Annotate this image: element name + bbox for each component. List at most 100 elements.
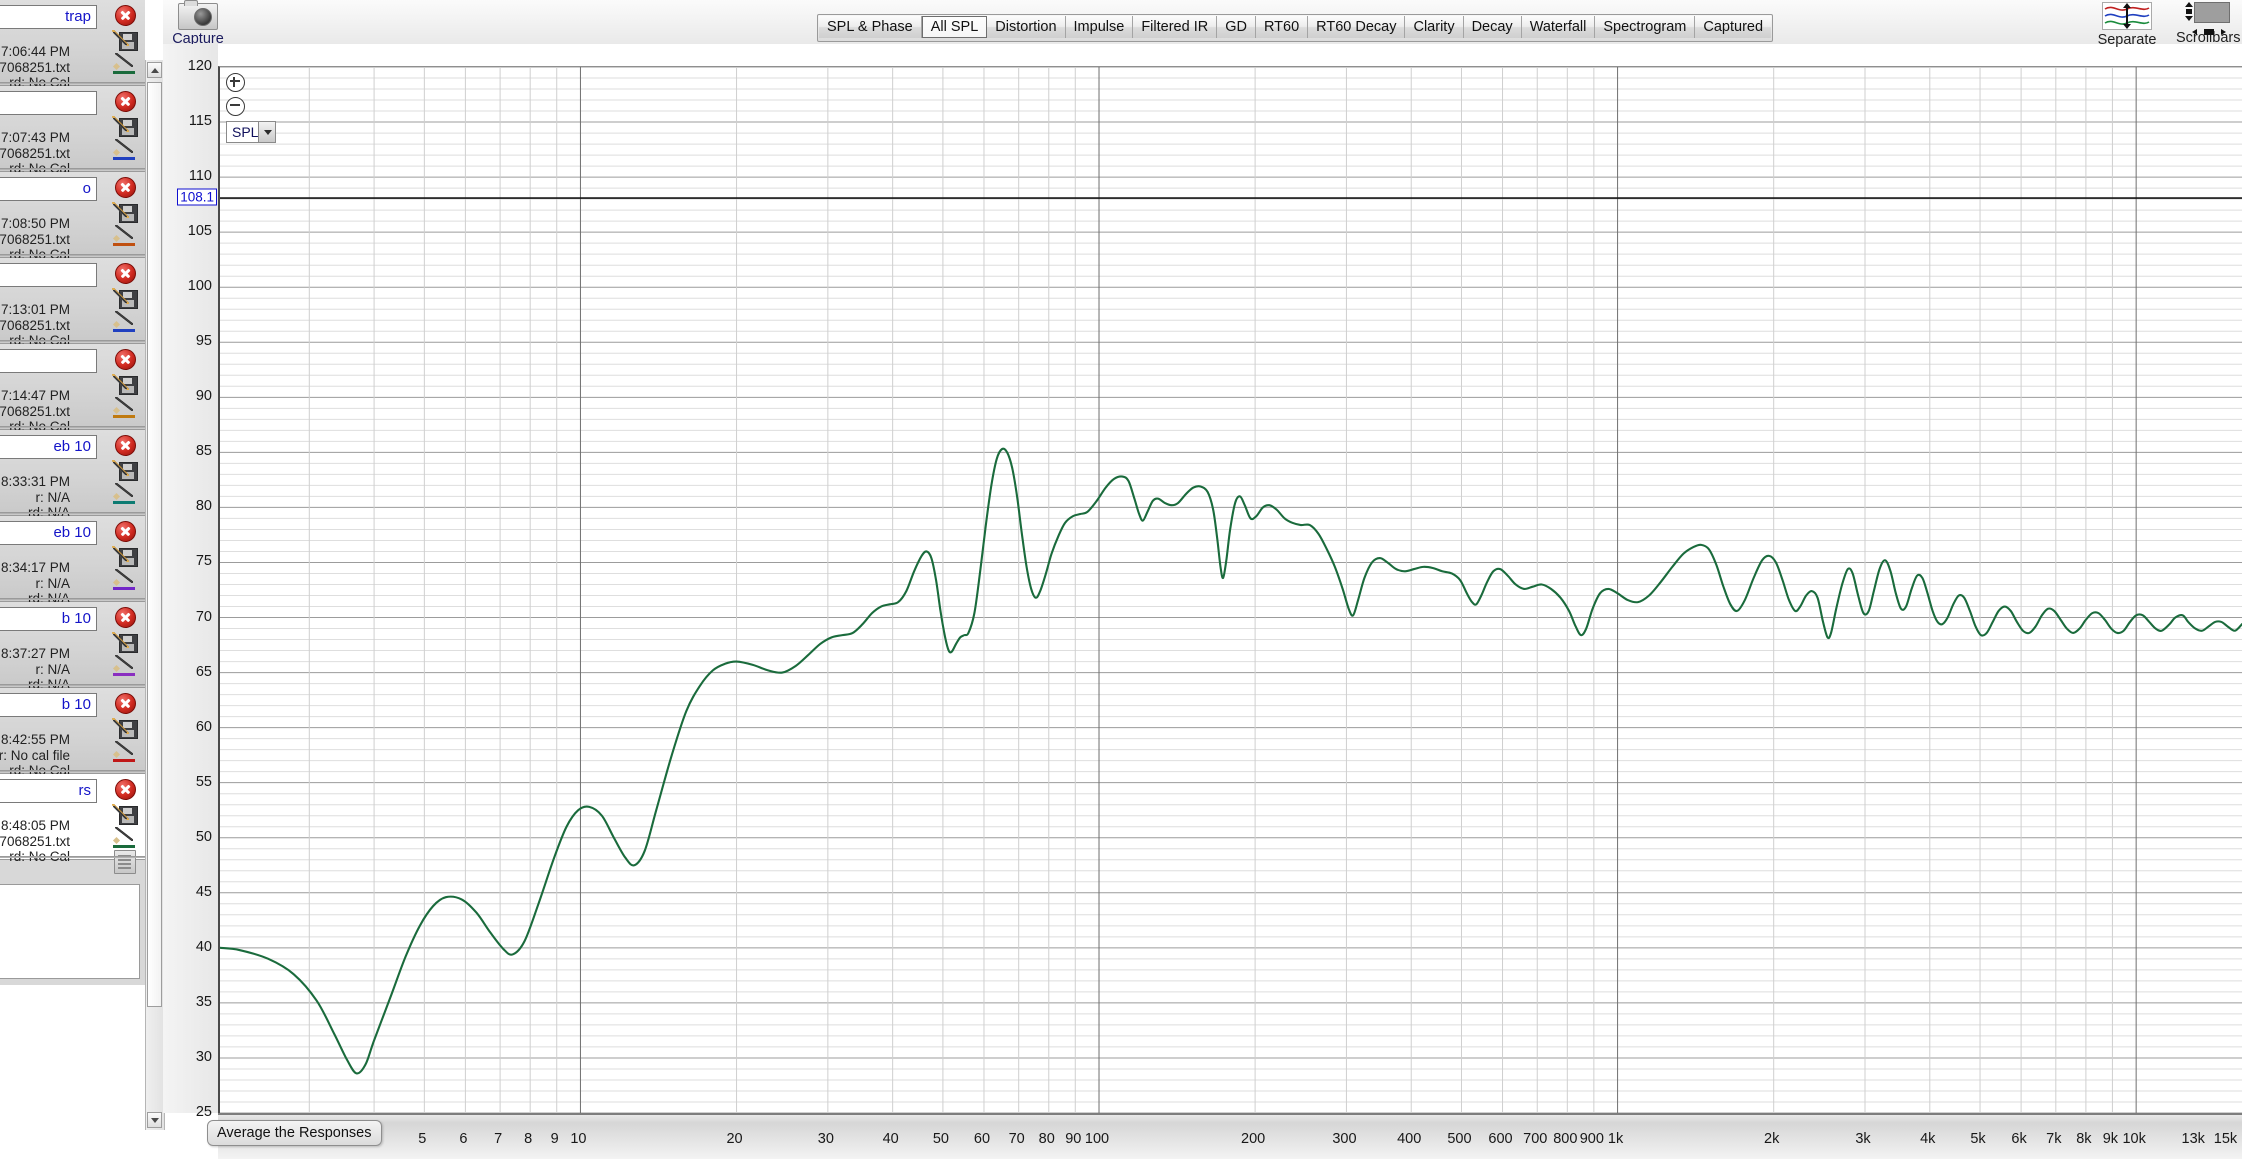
measurement-date: 2022 8:37:27 PM bbox=[0, 646, 70, 661]
scroll-down-button[interactable] bbox=[147, 1112, 162, 1128]
measurement-item[interactable]: 2022 7:07:43 PMr: 7068251.txtrd: No Cal bbox=[0, 86, 145, 176]
x-axis-tick-label: 13k bbox=[2181, 1131, 2205, 1147]
chart-tab-bar[interactable]: SPL & Phase All SPL Distortion Impulse Filte… bbox=[817, 14, 1774, 42]
measurement-name-input[interactable]: b 10 bbox=[0, 607, 97, 631]
close-icon[interactable] bbox=[114, 779, 136, 800]
trace-color-icon[interactable] bbox=[112, 53, 138, 74]
edit-save-icon[interactable] bbox=[112, 287, 138, 309]
tab-spl-phase[interactable]: SPL & Phase bbox=[819, 16, 922, 38]
measurement-actions bbox=[110, 606, 140, 676]
edit-save-icon[interactable] bbox=[112, 803, 138, 825]
measurement-item[interactable]: b 102022 8:37:27 PMr: N/Ard: N/A bbox=[0, 602, 145, 692]
capture-button[interactable]: Capture bbox=[172, 0, 224, 47]
measurement-item[interactable]: 2022 7:14:47 PMr: 7068251.txtrd: No Cal bbox=[0, 344, 145, 434]
measurement-name-input[interactable]: rs bbox=[0, 779, 97, 803]
scrollbar-thumb[interactable] bbox=[147, 82, 162, 1007]
vertical-scrollbar-icon bbox=[2184, 2, 2194, 21]
trace-color-icon[interactable] bbox=[112, 741, 138, 762]
close-icon[interactable] bbox=[114, 349, 136, 370]
tab-impulse[interactable]: Impulse bbox=[1065, 16, 1134, 38]
close-icon[interactable] bbox=[114, 521, 136, 542]
measurement-name-input[interactable] bbox=[0, 349, 97, 373]
tab-clarity[interactable]: Clarity bbox=[1405, 16, 1464, 38]
measurement-name-input[interactable] bbox=[0, 91, 97, 115]
trace-color-icon[interactable] bbox=[112, 311, 138, 332]
tab-all-spl[interactable]: All SPL bbox=[921, 16, 988, 38]
edit-save-icon[interactable] bbox=[112, 717, 138, 739]
measurement-panel-scrollbar[interactable] bbox=[145, 60, 165, 1130]
measurement-list-panel[interactable]: trap2022 7:06:44 PMr: 7068251.txtrd: No … bbox=[0, 0, 145, 985]
trace-color-icon[interactable] bbox=[112, 483, 138, 504]
measurement-name-input[interactable]: eb 10 bbox=[0, 435, 97, 459]
edit-save-icon[interactable] bbox=[112, 201, 138, 223]
tab-waterfall[interactable]: Waterfall bbox=[1521, 16, 1596, 38]
trace-color-icon[interactable] bbox=[112, 397, 138, 418]
edit-save-icon[interactable] bbox=[112, 631, 138, 653]
close-icon[interactable] bbox=[114, 5, 136, 26]
close-icon[interactable] bbox=[114, 263, 136, 284]
trace-color-icon[interactable] bbox=[112, 569, 138, 590]
edit-save-icon[interactable] bbox=[112, 29, 138, 51]
measurement-item[interactable]: o2022 7:08:50 PMr: 7068251.txtrd: No Cal bbox=[0, 172, 145, 262]
measurement-panel-filler bbox=[0, 985, 145, 1157]
measurement-cal-file: r: 7068251.txt bbox=[0, 231, 70, 247]
notes-icon[interactable] bbox=[114, 850, 136, 874]
zoom-in-icon[interactable] bbox=[226, 73, 245, 92]
chevron-down-icon[interactable] bbox=[258, 122, 275, 142]
edit-save-icon[interactable] bbox=[112, 115, 138, 137]
x-axis[interactable]: 3456789102030405060708090100200300400500… bbox=[218, 1113, 2242, 1159]
edit-save-icon[interactable] bbox=[112, 545, 138, 567]
measurement-item[interactable]: eb 102022 8:34:17 PMr: N/Ard: N/A bbox=[0, 516, 145, 606]
measurement-name-input[interactable]: eb 10 bbox=[0, 521, 97, 545]
tab-decay[interactable]: Decay bbox=[1463, 16, 1522, 38]
y-axis[interactable]: 120 115 110 105 100 95 90 85 80 75 70 65 60 55 50 45 40 3… bbox=[163, 44, 218, 1120]
zoom-out-icon[interactable] bbox=[226, 97, 245, 116]
trace-color-icon[interactable] bbox=[112, 139, 138, 160]
y-axis-tick-label: 55 bbox=[195, 773, 212, 790]
measurement-divider bbox=[0, 426, 145, 428]
measurement-divider bbox=[0, 856, 145, 858]
measurement-date: 2022 7:07:43 PM bbox=[0, 130, 70, 145]
tab-captured[interactable]: Captured bbox=[1695, 16, 1772, 38]
scroll-up-button[interactable] bbox=[147, 62, 162, 78]
separate-button[interactable]: Separate bbox=[2096, 0, 2158, 48]
y-cursor-readout[interactable]: 108.1 bbox=[177, 188, 217, 206]
trace-color-icon[interactable] bbox=[112, 655, 138, 676]
y-axis-tick-label: 30 bbox=[195, 1048, 212, 1065]
measurement-name-input[interactable]: trap bbox=[0, 5, 97, 29]
tab-distortion[interactable]: Distortion bbox=[987, 16, 1066, 38]
measurement-item[interactable]: b 102022 8:42:55 PMr: No cal filerd: No … bbox=[0, 688, 145, 778]
close-icon[interactable] bbox=[114, 693, 136, 714]
measurement-item[interactable]: eb 102022 8:33:31 PMr: N/Ard: N/A bbox=[0, 430, 145, 520]
y-axis-tick-label: 115 bbox=[188, 113, 212, 130]
x-axis-tick-label: 3k bbox=[1855, 1131, 1871, 1147]
edit-save-icon[interactable] bbox=[112, 373, 138, 395]
close-icon[interactable] bbox=[114, 91, 136, 112]
tab-rt60[interactable]: RT60 bbox=[1255, 16, 1309, 38]
horizontal-scrollbar-icon bbox=[2192, 22, 2226, 35]
close-icon[interactable] bbox=[114, 177, 136, 198]
x-axis-tick-label: 400 bbox=[1397, 1131, 1422, 1147]
measurement-item[interactable]: rs2022 8:48:05 PMr: 7068251.txtrd: No Ca… bbox=[0, 774, 145, 874]
trace-color-icon[interactable] bbox=[112, 225, 138, 246]
trace-color-icon[interactable] bbox=[112, 827, 138, 848]
tab-spectrogram[interactable]: Spectrogram bbox=[1595, 16, 1696, 38]
measurement-type-select[interactable]: SPL bbox=[226, 121, 276, 143]
measurement-item[interactable]: trap2022 7:06:44 PMr: 7068251.txtrd: No … bbox=[0, 0, 145, 90]
scrollbars-button[interactable]: Scrollbars bbox=[2176, 0, 2240, 46]
measurement-notes-box[interactable] bbox=[0, 884, 140, 979]
measurement-actions bbox=[110, 90, 140, 160]
edit-save-icon[interactable] bbox=[112, 459, 138, 481]
x-axis-tick-label: 7k bbox=[2046, 1131, 2062, 1147]
close-icon[interactable] bbox=[114, 607, 136, 628]
tab-filtered-ir[interactable]: Filtered IR bbox=[1133, 16, 1218, 38]
spl-plot[interactable]: SPL bbox=[218, 66, 2242, 1113]
tab-rt60-decay[interactable]: RT60 Decay bbox=[1308, 16, 1406, 38]
measurement-name-input[interactable] bbox=[0, 263, 97, 287]
measurement-name-input[interactable]: b 10 bbox=[0, 693, 97, 717]
tab-gd[interactable]: GD bbox=[1217, 16, 1256, 38]
measurement-item[interactable]: 2022 7:13:01 PMr: 7068251.txtrd: No Cal bbox=[0, 258, 145, 348]
close-icon[interactable] bbox=[114, 435, 136, 456]
scrollbar-preview-box bbox=[2194, 2, 2230, 23]
measurement-name-input[interactable]: o bbox=[0, 177, 97, 201]
